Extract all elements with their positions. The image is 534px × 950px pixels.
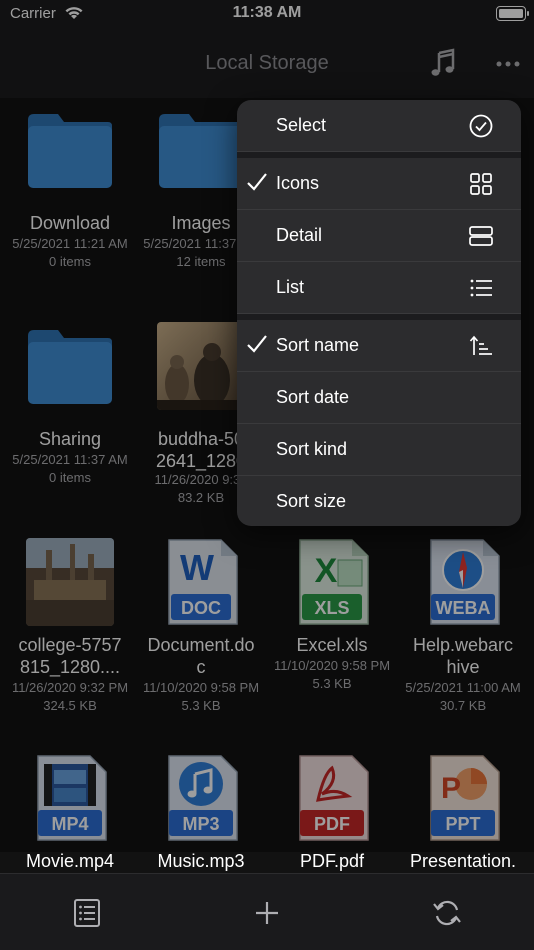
audio-file-icon: MP3 <box>168 755 238 841</box>
navigation-bar: Local Storage <box>0 28 534 98</box>
checkmark-circle-icon <box>469 114 493 138</box>
file-type-badge: MP3 <box>182 814 219 834</box>
file-item-excel[interactable]: X XLS Excel.xls 11/10/2020 9:58 PM 5.3 K… <box>267 538 397 718</box>
list-document-icon[interactable] <box>72 898 102 928</box>
file-size: 0 items <box>49 254 91 269</box>
file-item-help-webarchive[interactable]: WEBA Help.webarc hive 5/25/2021 11:00 AM… <box>398 538 528 718</box>
powerpoint-icon: P PPT <box>430 755 500 841</box>
image-thumbnail <box>26 538 114 626</box>
menu-item-detail[interactable]: Detail <box>237 210 521 262</box>
folder-icon <box>28 114 112 188</box>
file-name: Movie.mp4 <box>25 851 115 871</box>
file-type-badge: XLS <box>314 598 349 618</box>
file-item-pdf[interactable]: PDF PDF.pdf <box>267 754 397 873</box>
file-size: 5.3 KB <box>181 698 221 713</box>
file-name: Music.mp3 <box>157 851 245 871</box>
file-name: Document.do c <box>147 635 255 677</box>
file-date: 5/25/2021 11:37 AM <box>12 452 128 467</box>
menu-item-icons[interactable]: Icons <box>237 158 521 210</box>
file-name: Presentation. <box>409 851 517 871</box>
file-name: Help.webarc hive <box>412 635 514 677</box>
file-item-college[interactable]: college-5757 815_1280.... 11/26/2020 9:3… <box>5 538 135 718</box>
file-date: 11/26/2020 9:32 PM <box>11 680 129 695</box>
folder-icon <box>28 330 112 404</box>
menu-item-label: Sort size <box>276 491 347 511</box>
image-thumbnail <box>157 322 245 410</box>
detail-rows-icon <box>469 226 493 246</box>
file-type-badge: PDF <box>314 814 350 834</box>
menu-item-sort-size[interactable]: Sort size <box>237 476 521 526</box>
file-date: 11/10/2020 9:58 PM <box>142 680 260 695</box>
file-name: Excel.xls <box>296 635 368 655</box>
menu-item-list[interactable]: List <box>237 262 521 314</box>
checkmark-icon <box>247 335 267 353</box>
file-name: PDF.pdf <box>299 851 365 871</box>
file-item-document[interactable]: W DOC Document.do c 11/10/2020 9:58 PM 5… <box>136 538 266 718</box>
grid-icon <box>470 173 492 195</box>
menu-item-label: Select <box>276 115 327 135</box>
list-icon <box>470 279 492 297</box>
file-size: 30.7 KB <box>439 698 487 713</box>
music-note-icon[interactable] <box>428 48 458 78</box>
file-item-movie[interactable]: MP4 Movie.mp4 <box>5 754 135 873</box>
file-size: 5.3 KB <box>312 676 352 691</box>
plus-icon[interactable] <box>252 898 282 928</box>
status-time: 11:38 AM <box>232 4 302 21</box>
file-name: Sharing <box>38 429 102 449</box>
file-name: Download <box>29 213 111 233</box>
menu-item-sort-kind[interactable]: Sort kind <box>237 424 521 476</box>
svg-text:P: P <box>441 772 461 805</box>
battery-icon <box>496 6 529 21</box>
file-type-badge: MP4 <box>51 814 88 834</box>
file-size: 324.5 KB <box>43 698 97 713</box>
word-document-icon: W DOC <box>168 539 238 625</box>
svg-text:X: X <box>315 552 338 590</box>
menu-item-label: Sort date <box>276 387 350 407</box>
menu-item-label: Sort kind <box>276 439 348 459</box>
file-item-music[interactable]: MP3 Music.mp3 <box>136 754 266 873</box>
sort-ascending-icon <box>469 335 492 355</box>
excel-spreadsheet-icon: X XLS <box>299 539 369 625</box>
file-item-sharing[interactable]: Sharing 5/25/2021 11:37 AM 0 items <box>5 324 135 494</box>
file-date: 5/25/2021 11:00 AM <box>405 680 521 695</box>
video-file-icon: MP4 <box>37 755 107 841</box>
refresh-icon[interactable] <box>432 898 462 928</box>
menu-item-select[interactable]: Select <box>237 100 521 152</box>
web-archive-icon: WEBA <box>430 539 500 625</box>
bottom-toolbar <box>0 873 534 950</box>
checkmark-icon <box>247 173 267 191</box>
pdf-file-icon: PDF <box>299 755 369 841</box>
folder-icon <box>159 114 243 188</box>
menu-item-label: Sort name <box>276 335 360 355</box>
menu-item-sort-name[interactable]: Sort name <box>237 320 521 372</box>
menu-item-label: List <box>276 277 305 297</box>
menu-item-label: Detail <box>276 225 323 245</box>
options-menu: Select Icons Detail List Sort name Sort … <box>237 100 521 526</box>
file-item-presentation[interactable]: P PPT Presentation. <box>398 754 528 873</box>
file-type-badge: PPT <box>445 814 480 834</box>
file-type-badge: DOC <box>181 598 221 618</box>
menu-item-sort-date[interactable]: Sort date <box>237 372 521 424</box>
file-date: 5/25/2021 11:21 AM <box>12 236 128 251</box>
svg-text:W: W <box>180 547 214 588</box>
file-item-download[interactable]: Download 5/25/2021 11:21 AM 0 items <box>5 108 135 278</box>
file-date: 11/10/2020 9:58 PM <box>273 658 391 673</box>
menu-item-label: Icons <box>276 173 320 193</box>
file-type-badge: WEBA <box>436 598 491 618</box>
file-size: 0 items <box>49 470 91 485</box>
status-bar: Carrier 11:38 AM <box>0 0 534 28</box>
ellipsis-icon[interactable] <box>494 54 524 74</box>
file-name: college-5757 815_1280.... <box>18 635 122 677</box>
